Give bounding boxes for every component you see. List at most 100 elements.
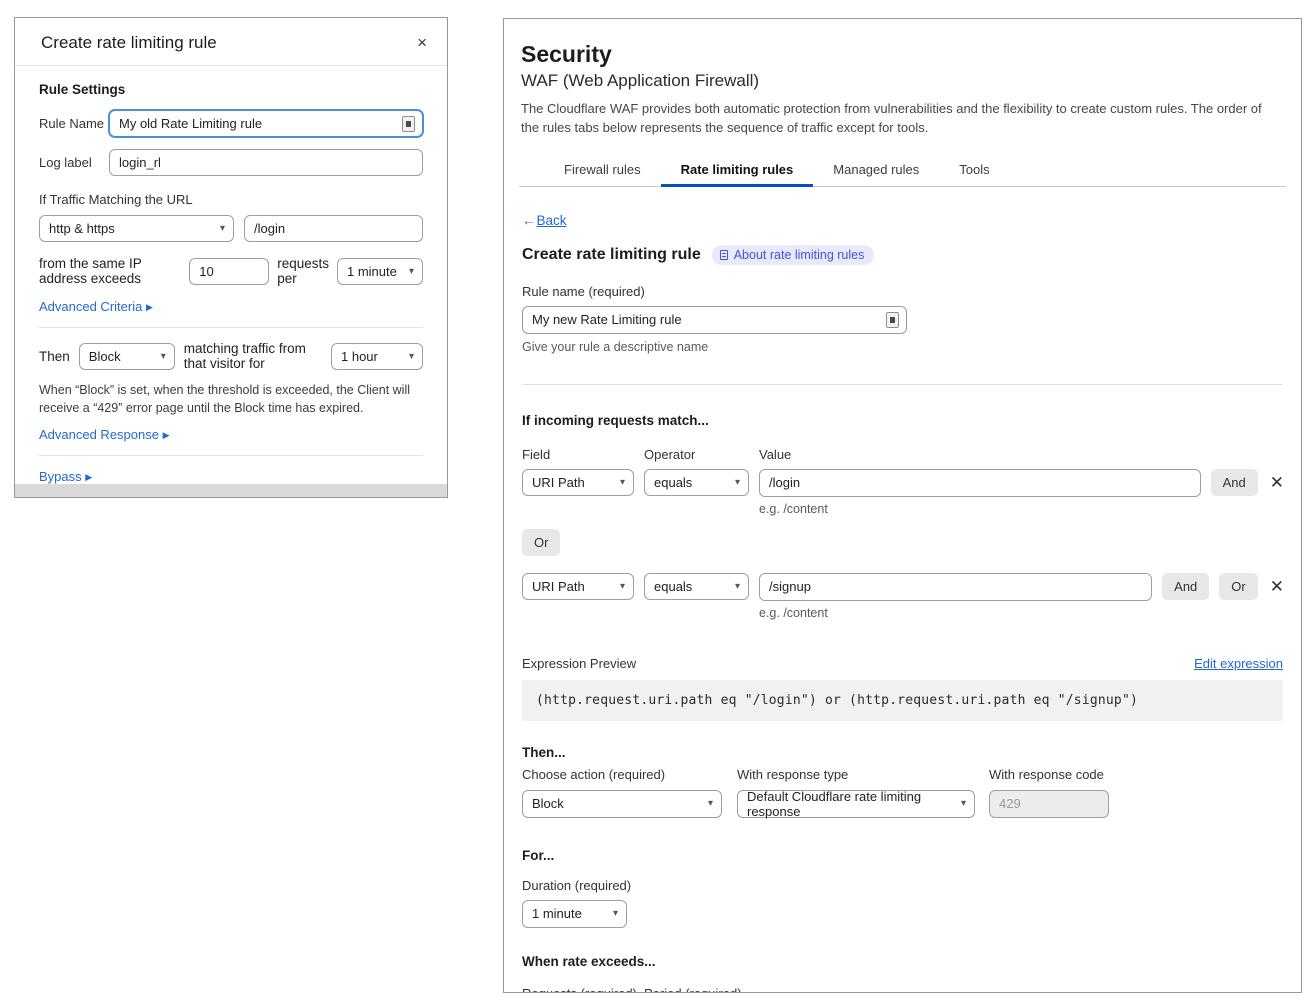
action-select[interactable]: Block ▾ [79, 343, 175, 370]
chevron-down-icon: ▾ [409, 266, 414, 277]
log-label-label: Log label [39, 155, 109, 170]
threshold-prefix-text: from the same IP address exceeds [39, 256, 181, 286]
block-duration-select[interactable]: 1 hour ▾ [331, 343, 423, 370]
url-input[interactable] [244, 215, 423, 242]
duration-select[interactable]: 1 minute ▾ [522, 900, 627, 928]
period-select-value: 1 minute [347, 264, 397, 279]
tab-tools[interactable]: Tools [939, 153, 1009, 186]
response-code-input [989, 790, 1109, 818]
duration-label: Duration (required) [522, 878, 1286, 893]
page-description: The Cloudflare WAF provides both automat… [521, 100, 1283, 138]
match-row: URI Path ▾ equals ▾ And Or ✕ [522, 573, 1286, 601]
value-column-label: Value [759, 447, 791, 462]
advanced-criteria-link[interactable]: Advanced Criteria ▶ [39, 299, 423, 314]
bypass-link[interactable]: Bypass ▶ [39, 469, 423, 484]
rule-name-row: Rule Name [39, 110, 423, 137]
create-rate-limit-dialog: Create rate limiting rule × Rule Setting… [14, 17, 448, 498]
then-heading: Then... [522, 745, 1286, 760]
rule-name-input[interactable] [522, 306, 907, 334]
left-arrow-icon: ← [522, 213, 536, 228]
chevron-down-icon: ▾ [620, 477, 625, 488]
log-label-input[interactable] [109, 149, 423, 176]
field-select[interactable]: URI Path ▾ [522, 469, 634, 496]
and-button[interactable]: And [1162, 573, 1209, 600]
traffic-match-heading: If Traffic Matching the URL [39, 192, 423, 207]
and-button[interactable]: And [1211, 469, 1258, 496]
tab-firewall-rules[interactable]: Firewall rules [544, 153, 661, 186]
dialog-body: Rule Settings Rule Name Log label If Tra… [15, 66, 447, 484]
scheme-select-value: http & https [49, 221, 115, 236]
scheme-select[interactable]: http & https ▾ [39, 215, 234, 242]
value-input[interactable] [759, 469, 1201, 497]
remove-condition-icon[interactable]: ✕ [1268, 472, 1286, 493]
choose-action-label: Choose action (required) [522, 767, 737, 782]
match-heading: If incoming requests match... [522, 413, 1286, 428]
about-rate-limiting-badge[interactable]: About rate limiting rules [712, 245, 875, 265]
triangle-right-icon: ▶ [146, 302, 153, 312]
threshold-row: from the same IP address exceeds request… [39, 256, 423, 286]
rule-name-helper: Give your rule a descriptive name [522, 340, 1286, 354]
rate-heading: When rate exceeds... [522, 954, 1286, 969]
tab-rate-limiting-rules[interactable]: Rate limiting rules [661, 153, 814, 186]
value-input[interactable] [759, 573, 1152, 601]
or-button[interactable]: Or [1219, 573, 1257, 600]
chevron-down-icon: ▾ [735, 581, 740, 592]
response-code-label: With response code [989, 767, 1119, 782]
triangle-right-icon: ▶ [85, 472, 92, 482]
requests-label: Requests (required) [522, 986, 644, 993]
divider [522, 384, 1283, 385]
autofill-icon [886, 312, 899, 328]
requests-input[interactable] [189, 258, 269, 285]
form-title: Create rate limiting rule [522, 246, 701, 264]
dialog-title: Create rate limiting rule [41, 33, 217, 53]
tab-managed-rules[interactable]: Managed rules [813, 153, 939, 186]
then-row: Then Block ▾ matching traffic from that … [39, 341, 423, 371]
expression-code: (http.request.uri.path eq "/login") or (… [522, 680, 1283, 721]
page-title: Security [521, 41, 1286, 68]
back-link[interactable]: ←Back [522, 213, 1286, 228]
chevron-down-icon: ▾ [409, 351, 414, 362]
field-column-label: Field [522, 447, 644, 462]
operator-select[interactable]: equals ▾ [644, 469, 749, 496]
response-type-select[interactable]: Default Cloudflare rate limiting respons… [737, 790, 975, 818]
value-helper: e.g. /content [759, 606, 1286, 620]
or-button[interactable]: Or [522, 529, 560, 556]
waf-tabs: Firewall rules Rate limiting rules Manag… [519, 153, 1286, 187]
match-row: URI Path ▾ equals ▾ And ✕ [522, 469, 1286, 497]
triangle-right-icon: ▶ [163, 430, 170, 440]
for-heading: For... [522, 848, 1286, 863]
dialog-footer: Cancel Save as Draft [15, 484, 447, 498]
value-helper: e.g. /content [759, 502, 1286, 516]
document-icon [720, 250, 728, 260]
chevron-down-icon: ▾ [220, 223, 225, 234]
close-icon[interactable]: × [415, 32, 429, 53]
chevron-down-icon: ▾ [613, 908, 618, 919]
block-duration-value: 1 hour [341, 349, 378, 364]
divider [39, 327, 423, 328]
expression-preview-label: Expression Preview [522, 656, 636, 671]
autofill-icon [402, 116, 415, 132]
rule-name-input[interactable] [109, 110, 423, 137]
response-type-label: With response type [737, 767, 989, 782]
rule-name-label: Rule Name [39, 116, 109, 131]
security-waf-panel: Security WAF (Web Application Firewall) … [503, 18, 1302, 993]
threshold-suffix-text: requests per [277, 256, 329, 286]
page-subtitle: WAF (Web Application Firewall) [521, 71, 1286, 91]
log-label-row: Log label [39, 149, 423, 176]
action-select[interactable]: Block ▾ [522, 790, 722, 818]
period-select[interactable]: 1 minute ▾ [337, 258, 423, 285]
chevron-down-icon: ▾ [161, 351, 166, 362]
field-select[interactable]: URI Path ▾ [522, 573, 634, 600]
edit-expression-link[interactable]: Edit expression [1194, 656, 1283, 671]
then-suffix-text: matching traffic from that visitor for [184, 341, 322, 371]
divider [39, 455, 423, 456]
chevron-down-icon: ▾ [708, 798, 713, 809]
chevron-down-icon: ▾ [735, 477, 740, 488]
url-match-row: http & https ▾ [39, 215, 423, 242]
chevron-down-icon: ▾ [961, 798, 966, 809]
dialog-header: Create rate limiting rule × [15, 18, 447, 66]
remove-condition-icon[interactable]: ✕ [1268, 576, 1286, 597]
advanced-response-link[interactable]: Advanced Response ▶ [39, 427, 423, 442]
operator-select[interactable]: equals ▾ [644, 573, 749, 600]
period-label: Period (required) [644, 986, 742, 993]
